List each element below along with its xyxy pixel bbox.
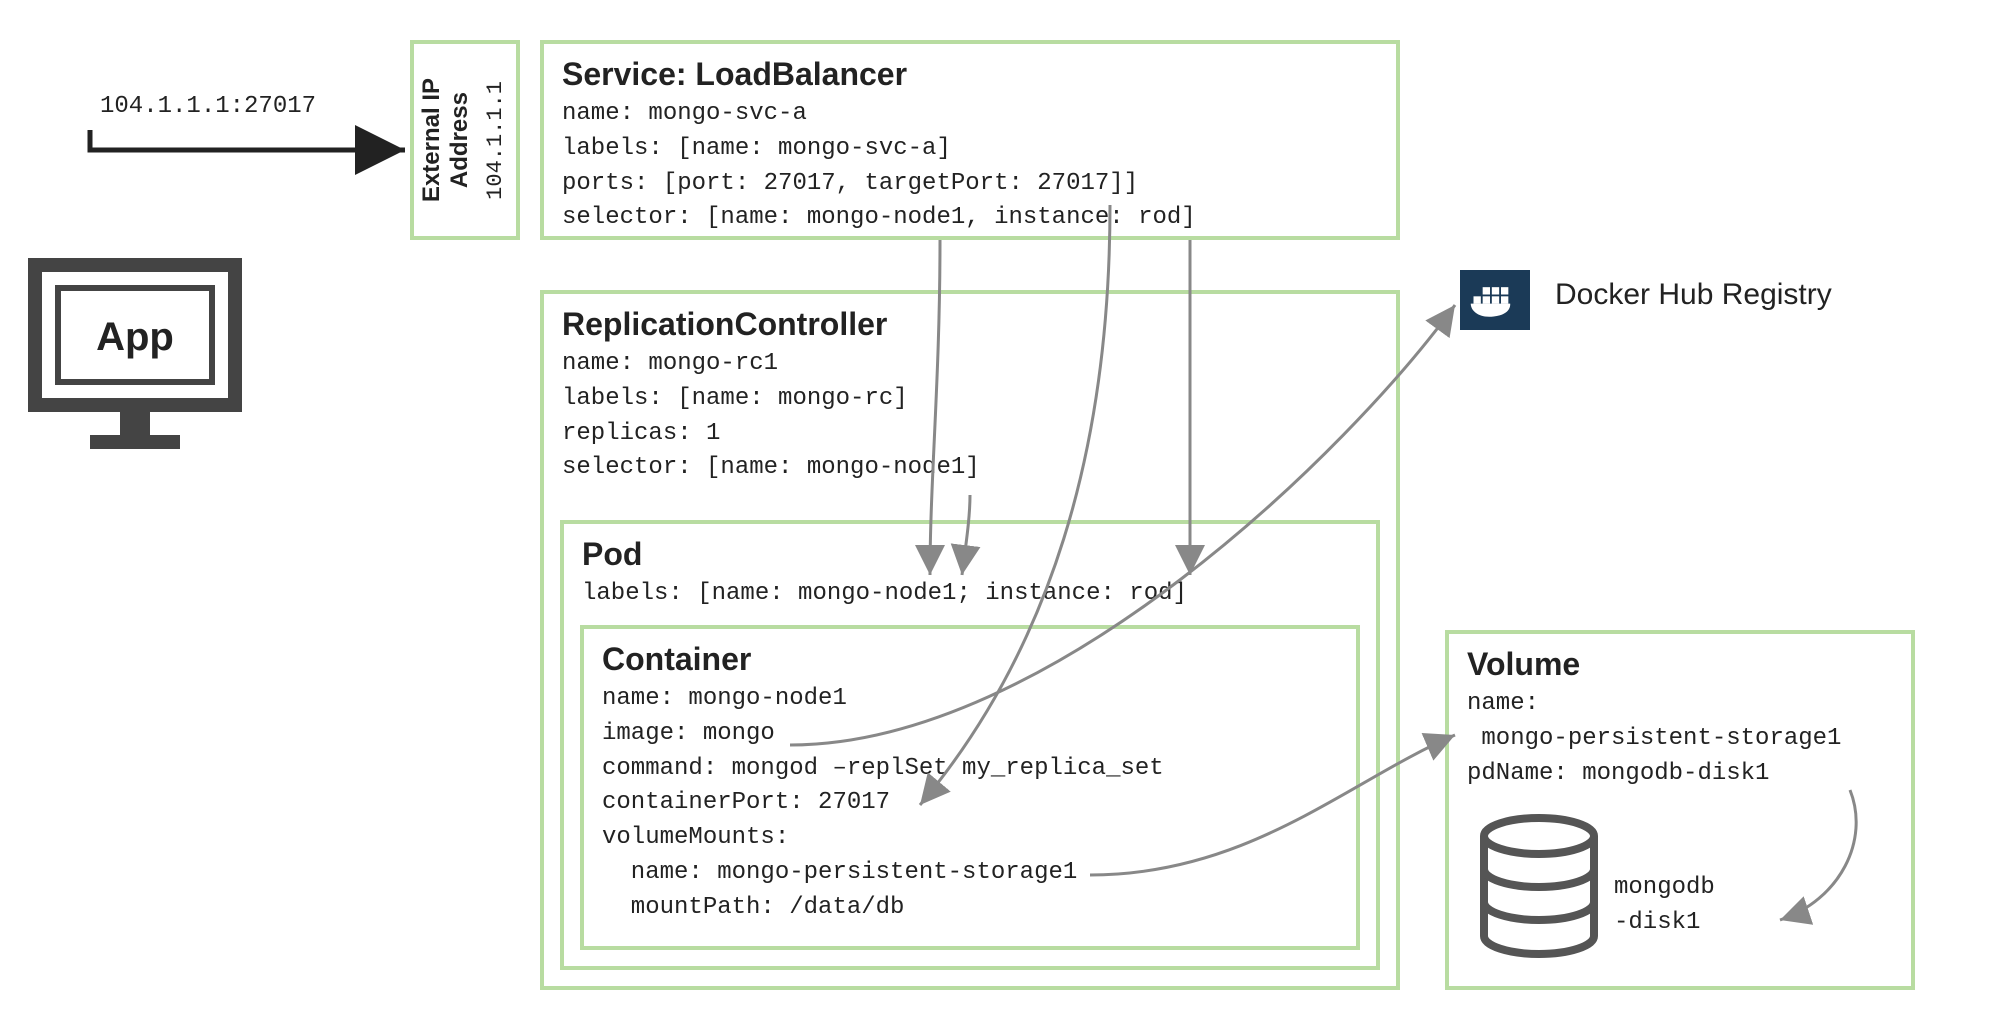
endpoint-label: 104.1.1.1:27017	[100, 90, 316, 125]
rc-title: ReplicationController	[562, 306, 1378, 343]
volume-box: Volume name: mongo-persistent-storage1 p…	[1445, 630, 1915, 990]
external-ip-box: External IP Address 104.1.1.1	[410, 40, 520, 240]
docker-icon	[1460, 270, 1530, 330]
container-line4: containerPort: 27017	[602, 786, 1338, 821]
pod-line1: labels: [name: mongo-node1; instance: ro…	[582, 577, 1358, 612]
external-ip-label2: Address	[446, 92, 473, 188]
container-title: Container	[602, 641, 1338, 678]
container-line3: command: mongod –replSet my_replica_set	[602, 752, 1338, 787]
service-box: Service: LoadBalancer name: mongo-svc-a …	[540, 40, 1400, 240]
rc-line3: replicas: 1	[562, 417, 1378, 452]
app-label: App	[96, 315, 174, 359]
disk-label: mongodb -disk1	[1614, 871, 1715, 941]
container-box: Container name: mongo-node1 image: mongo…	[580, 625, 1360, 950]
rc-line2: labels: [name: mongo-rc]	[562, 382, 1378, 417]
service-title: Service: LoadBalancer	[562, 56, 1378, 93]
volume-title: Volume	[1467, 646, 1893, 683]
disk-label1: mongodb	[1614, 874, 1715, 901]
container-line6: name: mongo-persistent-storage1	[602, 856, 1338, 891]
external-ip-value: 104.1.1.1	[480, 81, 512, 200]
container-line2: image: mongo	[602, 717, 1338, 752]
volume-line2: mongo-persistent-storage1	[1467, 722, 1893, 757]
disk-label2: -disk1	[1614, 909, 1700, 936]
rc-line4: selector: [name: mongo-node1]	[562, 451, 1378, 486]
docker-label: Docker Hub Registry	[1555, 278, 1832, 312]
rc-line1: name: mongo-rc1	[562, 347, 1378, 382]
service-line4: selector: [name: mongo-node1, instance: …	[562, 201, 1378, 236]
container-line1: name: mongo-node1	[602, 682, 1338, 717]
service-line1: name: mongo-svc-a	[562, 97, 1378, 132]
external-ip-label1: External IP	[418, 78, 445, 202]
container-line5: volumeMounts:	[602, 821, 1338, 856]
volume-line3: pdName: mongodb-disk1	[1467, 757, 1893, 792]
volume-line1: name:	[1467, 687, 1893, 722]
pod-title: Pod	[582, 536, 1358, 573]
service-line2: labels: [name: mongo-svc-a]	[562, 132, 1378, 167]
app-monitor-icon: App	[30, 260, 240, 465]
service-line3: ports: [port: 27017, targetPort: 27017]]	[562, 167, 1378, 202]
container-line7: mountPath: /data/db	[602, 891, 1338, 926]
